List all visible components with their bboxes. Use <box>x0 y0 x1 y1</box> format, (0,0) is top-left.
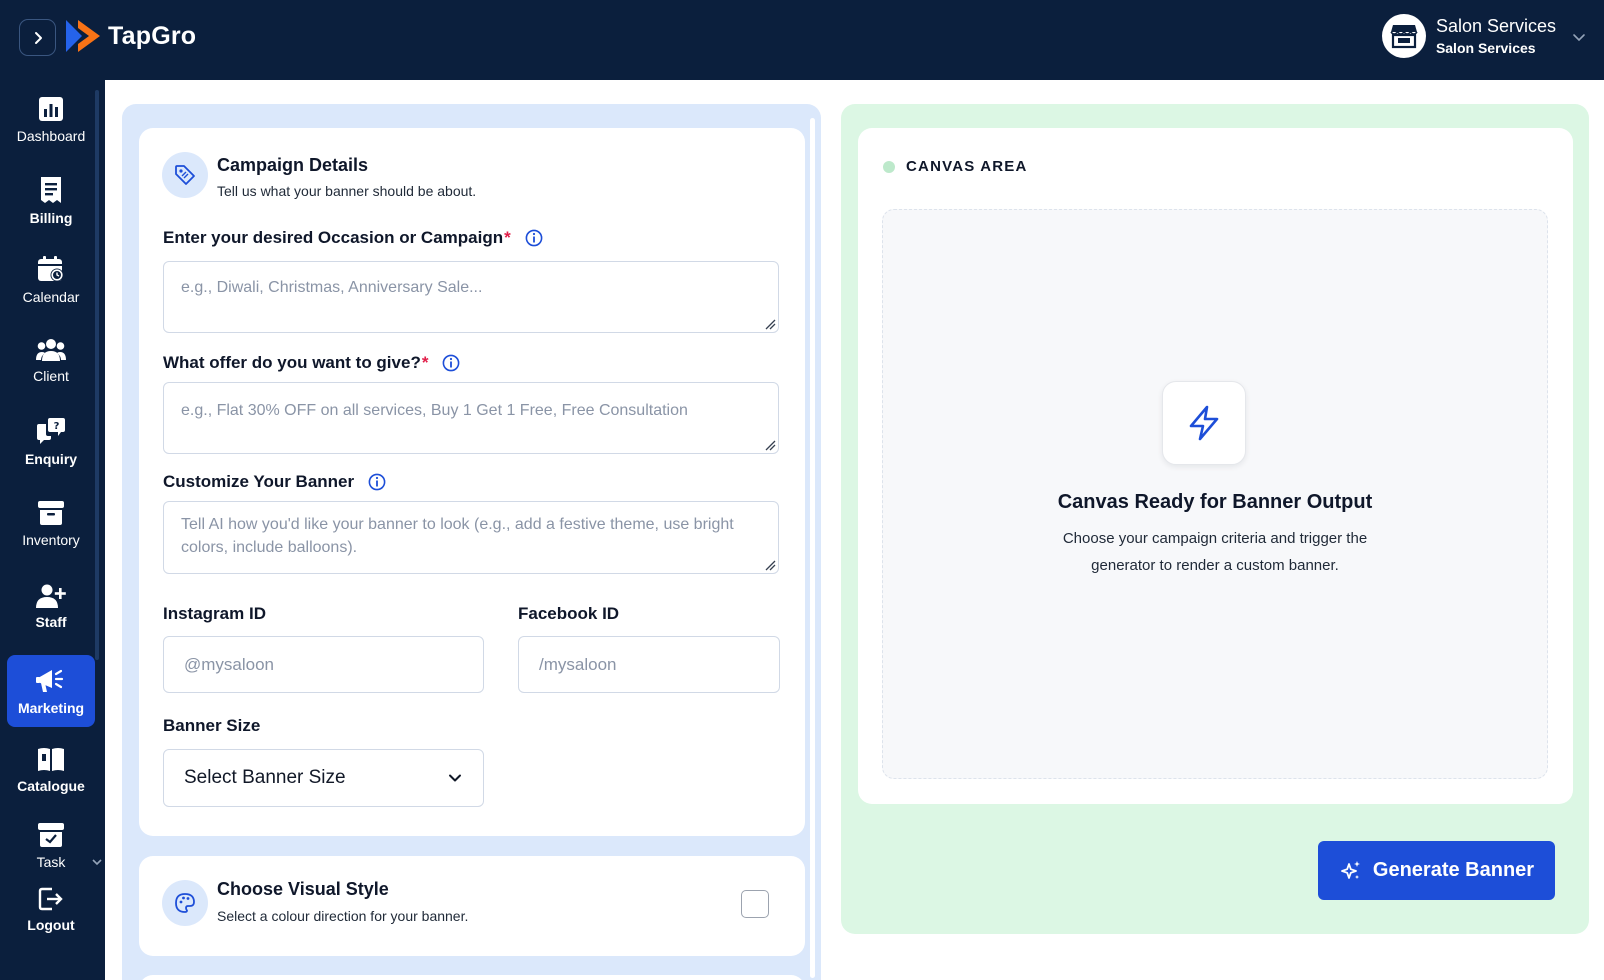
info-icon[interactable] <box>368 473 386 491</box>
account-subtitle: Salon Services <box>1435 40 1536 56</box>
chevron-right-icon <box>34 31 42 44</box>
billing-icon <box>41 177 61 203</box>
canvas-heading: Canvas Ready for Banner Output <box>1057 491 1373 513</box>
facebook-label: Facebook ID <box>518 604 620 623</box>
sidebar-item-client[interactable]: Client <box>7 325 95 397</box>
campaign-icon-badge <box>162 152 208 198</box>
tapgro-logo-icon <box>66 20 100 52</box>
form-panel-scrollbar[interactable] <box>810 118 815 978</box>
instagram-label: Instagram ID <box>163 604 266 623</box>
info-icon[interactable] <box>442 354 460 372</box>
canvas-area-title: CANVAS AREA <box>906 158 1028 175</box>
required-marker: * <box>504 228 511 247</box>
next-section-card[interactable] <box>139 975 805 980</box>
sidebar-chevron-down-icon[interactable] <box>91 857 103 867</box>
sidebar-item-calendar[interactable]: Calendar <box>7 244 95 316</box>
offer-label: What offer do you want to give? * <box>163 353 460 373</box>
svg-text:?: ? <box>54 421 60 432</box>
palette-icon <box>175 893 195 913</box>
account-menu[interactable]: Salon Services Salon Services <box>1381 14 1586 58</box>
generate-banner-button[interactable]: Generate Banner <box>1318 841 1555 900</box>
canvas-description: Choose your campaign criteria and trigge… <box>1062 530 1368 574</box>
sparkles-icon <box>1341 860 1360 879</box>
inventory-icon <box>38 501 64 525</box>
banner-size-select[interactable]: Select Banner Size <box>163 749 484 807</box>
account-name: Salon Services <box>1435 16 1556 36</box>
catalogue-icon <box>38 748 64 771</box>
canvas-icon-box <box>1162 381 1246 465</box>
chevron-down-icon <box>449 774 461 782</box>
chevron-down-icon[interactable] <box>1572 30 1586 44</box>
sidebar-scrollbar[interactable] <box>95 90 99 660</box>
sidebar-item-staff[interactable]: Staff <box>7 571 95 643</box>
sidebar-item-task[interactable]: Task <box>7 810 95 882</box>
app-name: TapGro <box>108 21 197 50</box>
sidebar-item-dashboard[interactable]: Dashboard <box>7 84 95 156</box>
info-icon[interactable] <box>525 229 543 247</box>
campaign-details-title: Campaign Details <box>217 155 369 175</box>
app-logo[interactable]: TapGro <box>64 18 196 54</box>
visual-style-card[interactable] <box>139 856 805 956</box>
campaign-details-subtitle: Tell us what your banner should be about… <box>217 183 477 199</box>
sidebar-toggle-button[interactable] <box>19 19 56 56</box>
visual-style-checkbox[interactable] <box>741 890 769 918</box>
dashboard-icon <box>39 97 63 121</box>
resize-grip-icon[interactable] <box>764 439 776 451</box>
tag-icon <box>175 165 195 185</box>
sidebar-item-enquiry[interactable]: ? Enquiry <box>7 406 95 478</box>
occasion-input[interactable]: e.g., Diwali, Christmas, Anniversary Sal… <box>163 261 779 333</box>
staff-icon <box>36 584 66 608</box>
calendar-icon <box>38 256 64 282</box>
store-icon <box>1390 25 1418 49</box>
generate-banner-label: Generate Banner <box>1372 859 1535 881</box>
enquiry-icon: ? <box>37 418 65 444</box>
customize-label: Customize Your Banner <box>163 472 386 492</box>
sidebar-item-marketing[interactable]: Marketing <box>7 655 95 727</box>
required-marker: * <box>421 353 429 372</box>
logout-icon <box>38 887 63 911</box>
task-icon <box>38 823 64 847</box>
visual-style-subtitle: Select a colour direction for your banne… <box>217 908 469 924</box>
sidebar-item-catalogue[interactable]: Catalogue <box>7 734 95 806</box>
resize-grip-icon[interactable] <box>764 559 776 571</box>
instagram-input[interactable]: @mysaloon <box>163 636 484 693</box>
visual-style-title: Choose Visual Style <box>217 879 389 899</box>
sidebar-item-logout[interactable]: Logout <box>7 874 95 946</box>
sidebar-item-billing[interactable]: Billing <box>7 165 95 237</box>
top-bar: TapGro Salon Services Salon Services <box>0 0 1604 80</box>
sidebar-item-inventory[interactable]: Inventory <box>7 488 95 560</box>
lightning-icon <box>1189 405 1219 441</box>
marketing-icon <box>36 669 64 692</box>
canvas-status-dot <box>883 161 895 173</box>
store-avatar <box>1381 14 1426 58</box>
facebook-input[interactable]: /mysaloon <box>518 636 780 693</box>
occasion-label: Enter your desired Occasion or Campaign * <box>163 228 543 248</box>
visual-style-icon-badge <box>162 880 208 926</box>
customize-input[interactable]: Tell AI how you'd like your banner to lo… <box>163 501 779 574</box>
resize-grip-icon[interactable] <box>764 318 776 330</box>
offer-input[interactable]: e.g., Flat 30% OFF on all services, Buy … <box>163 382 779 454</box>
banner-size-label: Banner Size <box>163 716 261 735</box>
client-icon <box>36 339 66 361</box>
